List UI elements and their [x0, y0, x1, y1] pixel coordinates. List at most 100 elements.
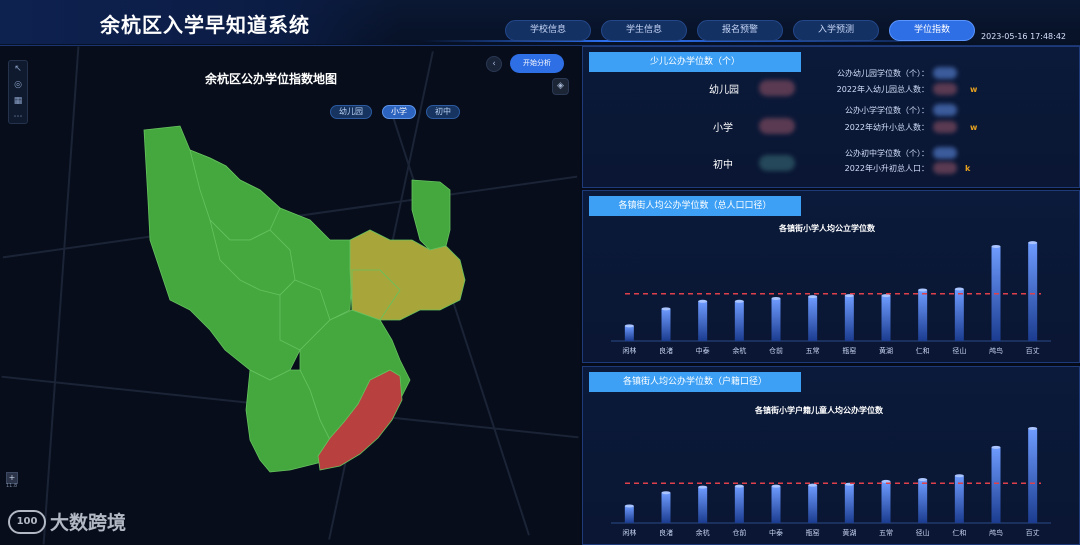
bar[interactable] [918, 479, 928, 523]
bar[interactable] [1028, 428, 1038, 523]
x-tick-label: 良渚 [659, 346, 673, 355]
zoom-control: + [6, 472, 20, 512]
level-tabs: 幼儿园 小学 初中 [330, 105, 460, 119]
start-analysis-button[interactable]: 开始分析 [510, 54, 564, 73]
bar[interactable] [661, 308, 671, 341]
x-tick-label: 黄湖 [842, 528, 856, 537]
bar-cap [954, 474, 964, 478]
x-tick-label: 中泰 [769, 528, 783, 537]
map-title: 余杭区公办学位指数地图 [205, 72, 338, 86]
bar[interactable] [624, 325, 634, 341]
map-road [42, 46, 80, 545]
bar[interactable] [918, 289, 928, 341]
x-tick-label: 闲林 [622, 528, 636, 537]
bar-cap [808, 295, 818, 299]
bar-cap [918, 288, 928, 292]
x-tick-label: 瓶窑 [842, 346, 856, 355]
blurred-value [933, 83, 957, 95]
bar[interactable] [844, 295, 854, 341]
seat-level-label: 幼儿园 [709, 85, 739, 96]
bar-cap [991, 445, 1001, 449]
bar[interactable] [661, 492, 671, 523]
bar[interactable] [1028, 242, 1038, 341]
watermark-logo: 100 [8, 509, 46, 534]
bar-cap [771, 296, 781, 300]
level-tab-kindergarten[interactable]: 幼儿园 [330, 105, 372, 119]
bar[interactable] [624, 505, 634, 523]
stat-label: 2022年入幼儿园总人数： [836, 85, 929, 94]
bar[interactable] [881, 481, 891, 523]
x-tick-label: 五常 [806, 346, 820, 355]
bar-cap [661, 307, 671, 311]
bar[interactable] [734, 486, 744, 523]
map-region[interactable] [411, 179, 451, 251]
bar-cap [844, 294, 854, 298]
bar[interactable] [734, 301, 744, 341]
stat-label: 公办小学学位数（个）： [845, 106, 929, 115]
per-capita-household-panel: 各镇街人均公办学位数（户籍口径） 各镇街小学户籍儿童人均公办学位数 闲林 良渚 余杭… [582, 366, 1080, 545]
more-icon[interactable]: ⋯ [9, 109, 27, 125]
watermark-brand: 大数跨境 [50, 512, 127, 534]
layers-icon[interactable]: ◈ [552, 78, 569, 95]
bar-cap [698, 299, 708, 303]
x-tick-label: 仁和 [952, 528, 966, 537]
locate-icon[interactable]: ◎ [9, 77, 27, 93]
level-tab-junior[interactable]: 初中 [426, 105, 460, 119]
bar[interactable] [771, 298, 781, 341]
bar-cap [624, 324, 634, 328]
bar-cap [881, 294, 891, 298]
map-icon[interactable]: ▦ [9, 93, 27, 109]
x-tick-label: 闲林 [622, 346, 636, 355]
bar-cap [661, 491, 671, 495]
bar[interactable] [844, 484, 854, 523]
bar-cap [734, 299, 744, 303]
bar[interactable] [808, 485, 818, 523]
app-header: 余杭区入学早知道系统 学校信息 学生信息 报名预警 入学预测 学位指数 2023… [0, 0, 1080, 46]
bar-cap [734, 484, 744, 488]
tab-school-info[interactable]: 学校信息 [505, 20, 591, 41]
bar[interactable] [771, 486, 781, 523]
bar[interactable] [698, 487, 708, 523]
map-area[interactable]: ↖ ◎ ▦ ⋯ 余杭区公办学位指数地图 ‹ 开始分析 ◈ 幼儿园 小学 初中 +… [0, 46, 580, 545]
watermark: 100 大数跨境 [8, 508, 126, 535]
x-tick-label: 仓前 [732, 528, 746, 537]
stat-unit: k [965, 164, 971, 173]
map-toolbar: ↖ ◎ ▦ ⋯ [8, 60, 28, 124]
stat-label: 2022年小升初总人口： [844, 164, 929, 173]
zoom-level: 11.8 [6, 483, 18, 489]
pointer-icon[interactable]: ↖ [9, 61, 27, 77]
x-tick-label: 余杭 [696, 528, 710, 537]
back-button[interactable]: ‹ [486, 56, 502, 72]
seat-level-label: 初中 [713, 160, 733, 171]
bar-cap [991, 244, 1001, 248]
bar-cap [881, 479, 891, 483]
bar[interactable] [881, 295, 891, 341]
top-nav: 学校信息 学生信息 报名预警 入学预测 学位指数 [505, 20, 975, 41]
tab-enrollment-warning[interactable]: 报名预警 [697, 20, 783, 41]
app-title: 余杭区入学早知道系统 [100, 13, 310, 37]
seats-panel: 少儿公办学位数（个） 幼儿园 小学 初中 公办幼儿园学位数（个）： 2022年入… [582, 46, 1080, 188]
bar-cap [1028, 241, 1038, 245]
blurred-value [933, 121, 957, 133]
datetime: 2023-05-16 17:48:42 [981, 32, 1066, 41]
blurred-value [933, 147, 957, 159]
level-tab-primary[interactable]: 小学 [382, 105, 416, 119]
panel-title: 各镇街人均公办学位数（总人口口径） [589, 196, 801, 216]
tab-seat-index[interactable]: 学位指数 [889, 20, 975, 41]
blurred-value [933, 67, 957, 79]
bar[interactable] [808, 296, 818, 341]
bar[interactable] [954, 289, 964, 341]
x-tick-label: 瓶窑 [806, 528, 820, 537]
bar[interactable] [991, 447, 1001, 523]
tab-student-info[interactable]: 学生信息 [601, 20, 687, 41]
bar[interactable] [698, 301, 708, 341]
stat-label: 2022年幼升小总人数： [844, 123, 929, 132]
district-map[interactable] [130, 120, 490, 480]
bar-chart-total: 闲林 良渚 中泰 余杭 仓前 五常 瓶窑 黄湖 仁和 径山 鸬鸟 百丈 [611, 241, 1051, 355]
per-capita-total-panel: 各镇街人均公办学位数（总人口口径） 各镇街小学人均公立学位数 闲林 良渚 中泰 余杭仓… [582, 190, 1080, 363]
blurred-value [933, 104, 957, 116]
tab-enrollment-forecast[interactable]: 入学预测 [793, 20, 879, 41]
stat-label: 公办初中学位数（个）： [845, 149, 929, 158]
bar-cap [698, 485, 708, 489]
x-tick-label: 余杭 [732, 346, 746, 355]
